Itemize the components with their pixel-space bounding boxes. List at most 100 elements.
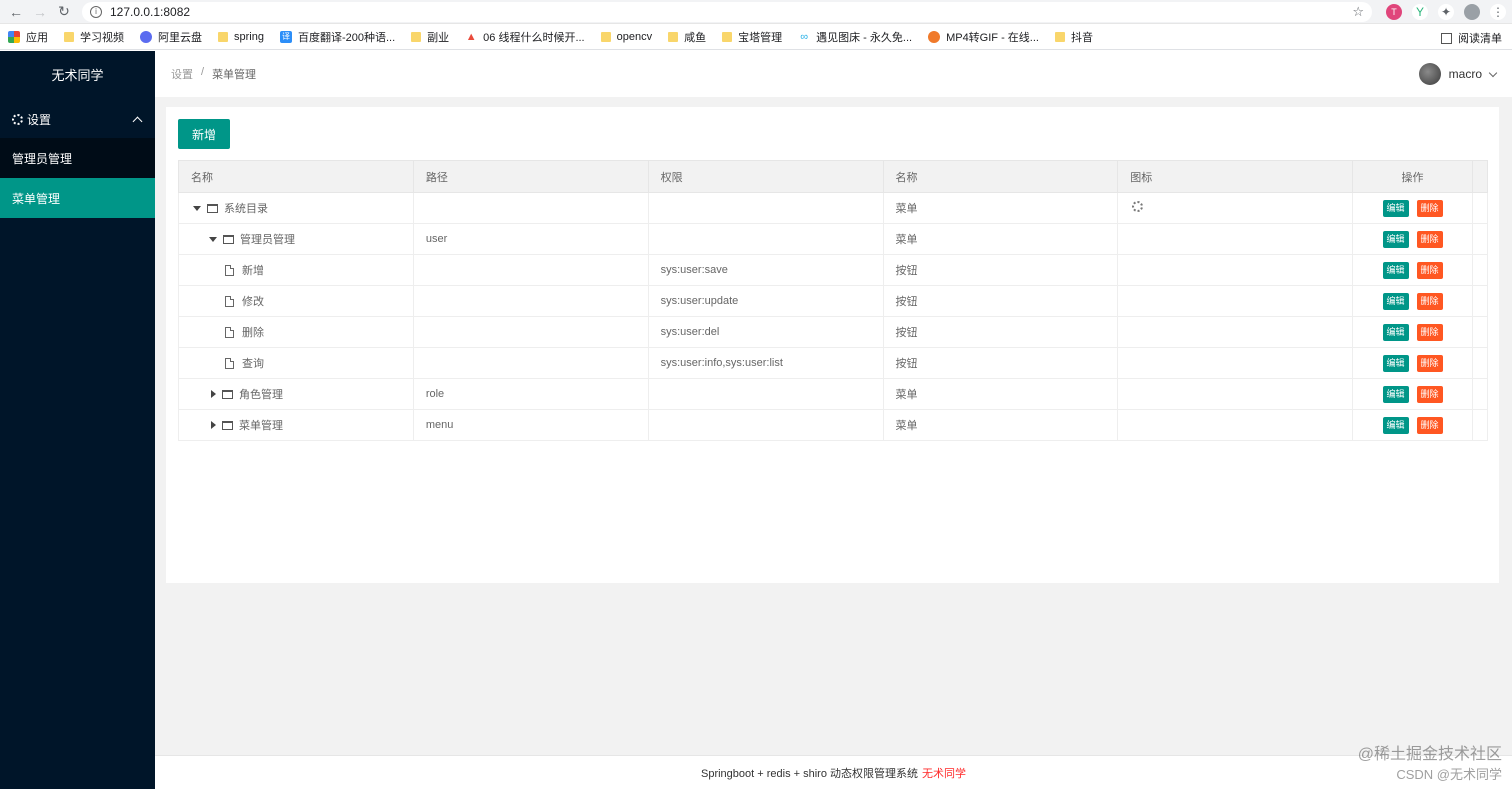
row-type: 按钮 bbox=[882, 347, 1119, 379]
row-type: 菜单 bbox=[882, 378, 1119, 410]
folder-icon bbox=[600, 31, 611, 42]
edit-button[interactable]: 编辑 bbox=[1382, 323, 1409, 341]
edit-button[interactable]: 编辑 bbox=[1382, 354, 1409, 372]
user-menu[interactable]: macro bbox=[1418, 63, 1498, 85]
row-name: 新增 bbox=[242, 265, 264, 277]
main-content: 设置 / 菜单管理 macro 新增 名称 路径 权限 名称 图标 操作 系统目… bbox=[155, 51, 1512, 789]
bookmarks-bar: 应用 学习视频 阿里云盘 spring 译百度翻译-200种语... 副业 ▲ 0… bbox=[0, 24, 1512, 50]
profile-icon[interactable] bbox=[1464, 3, 1480, 20]
expand-down-icon[interactable] bbox=[209, 236, 217, 242]
reload-icon[interactable]: ↻ bbox=[54, 1, 74, 23]
file-icon bbox=[225, 357, 234, 369]
delete-button[interactable]: 删除 bbox=[1416, 261, 1443, 279]
delete-button[interactable]: 删除 bbox=[1416, 199, 1443, 217]
back-icon[interactable]: ← bbox=[6, 1, 26, 23]
bookmark-item[interactable]: 抖音 bbox=[1054, 29, 1093, 45]
row-path bbox=[412, 347, 649, 379]
edit-button[interactable]: 编辑 bbox=[1382, 416, 1409, 434]
breadcrumb: 设置 / 菜单管理 bbox=[171, 66, 256, 82]
delete-button[interactable]: 删除 bbox=[1416, 385, 1443, 403]
bookmark-item[interactable]: 译百度翻译-200种语... bbox=[279, 29, 395, 45]
row-permission bbox=[647, 192, 884, 224]
url-text: 127.0.0.1:8082 bbox=[110, 4, 191, 19]
row-permission bbox=[647, 409, 884, 441]
bookmark-item[interactable]: ▲ 06 线程什么时候开... bbox=[465, 29, 585, 45]
footer-text: Springboot + redis + shiro 动态权限管理系统 bbox=[700, 767, 919, 780]
more-icon[interactable]: ⋮ bbox=[1490, 3, 1506, 20]
edit-button[interactable]: 编辑 bbox=[1382, 261, 1409, 279]
footer-author[interactable]: 无术同学 bbox=[922, 765, 966, 781]
aliyun-icon bbox=[140, 30, 152, 43]
tree-node[interactable]: 修改 bbox=[191, 293, 413, 309]
folder-icon bbox=[1054, 31, 1065, 42]
row-permission bbox=[647, 378, 884, 410]
bookmark-apps[interactable]: 应用 bbox=[8, 29, 48, 45]
bookmark-item[interactable]: 阿里云盘 bbox=[140, 29, 202, 45]
folder-icon bbox=[218, 31, 228, 42]
delete-button[interactable]: 删除 bbox=[1416, 323, 1443, 341]
tree-node[interactable]: 角色管理 bbox=[191, 386, 413, 402]
tree-node[interactable]: 查询 bbox=[191, 355, 413, 371]
file-icon bbox=[225, 264, 234, 276]
bookmark-star-icon[interactable]: ☆ bbox=[1352, 4, 1364, 20]
row-name: 管理员管理 bbox=[240, 234, 295, 246]
edit-button[interactable]: 编辑 bbox=[1382, 230, 1409, 248]
tree-node[interactable]: 删除 bbox=[191, 324, 413, 340]
window-icon bbox=[207, 203, 218, 213]
reading-list-icon bbox=[1441, 32, 1452, 44]
reading-list[interactable]: 阅读清单 bbox=[1441, 30, 1502, 46]
expand-right-icon[interactable] bbox=[211, 390, 216, 398]
tree-node[interactable]: 系统目录 bbox=[191, 200, 413, 216]
row-type: 菜单 bbox=[882, 223, 1119, 255]
bookmark-item[interactable]: 咸鱼 bbox=[668, 29, 706, 45]
expand-right-icon[interactable] bbox=[211, 421, 216, 429]
row-type: 菜单 bbox=[882, 192, 1119, 224]
vue-devtools-icon[interactable]: Y bbox=[1412, 3, 1428, 20]
edit-button[interactable]: 编辑 bbox=[1382, 199, 1409, 217]
edit-button[interactable]: 编辑 bbox=[1382, 385, 1409, 403]
row-path: role bbox=[412, 378, 649, 410]
expand-down-icon[interactable] bbox=[193, 205, 201, 211]
gear-icon bbox=[12, 113, 23, 125]
puzzle-icon[interactable]: ✦ bbox=[1438, 3, 1454, 20]
file-icon bbox=[225, 326, 234, 338]
add-button[interactable]: 新增 bbox=[178, 119, 230, 149]
row-path: menu bbox=[412, 409, 649, 441]
row-path bbox=[412, 254, 649, 286]
bookmark-item[interactable]: opencv bbox=[600, 31, 652, 43]
tree-node[interactable]: 新增 bbox=[191, 262, 413, 278]
sidebar-item-admin[interactable]: 管理员管理 bbox=[0, 138, 155, 178]
delete-button[interactable]: 删除 bbox=[1416, 292, 1443, 310]
sidebar: 无术同学 设置 管理员管理 菜单管理 bbox=[0, 51, 155, 789]
bookmark-item[interactable]: MP4转GIF - 在线... bbox=[928, 29, 1039, 45]
browser-toolbar: ← → ↻ i 127.0.0.1:8082 ☆ T Y ✦ ⋮ bbox=[0, 0, 1512, 24]
row-name: 角色管理 bbox=[239, 389, 283, 401]
bookmark-item[interactable]: 副业 bbox=[411, 29, 449, 45]
tree-node[interactable]: 菜单管理 bbox=[191, 417, 413, 433]
row-permission: sys:user:info,sys:user:list bbox=[647, 347, 884, 379]
bookmark-item[interactable]: spring bbox=[218, 31, 264, 43]
row-path bbox=[412, 316, 649, 348]
delete-button[interactable]: 删除 bbox=[1416, 354, 1443, 372]
address-bar[interactable]: i 127.0.0.1:8082 ☆ bbox=[82, 1, 1372, 22]
sidebar-group-settings[interactable]: 设置 bbox=[0, 100, 155, 138]
bookmark-item[interactable]: 学习视频 bbox=[64, 29, 124, 45]
bookmark-item[interactable]: 宝塔管理 bbox=[722, 29, 782, 45]
tree-node[interactable]: 管理员管理 bbox=[191, 231, 413, 247]
forward-icon[interactable]: → bbox=[30, 1, 50, 23]
footer: Springboot + redis + shiro 动态权限管理系统 无术同学 bbox=[155, 755, 1512, 789]
column-header-spacer bbox=[1471, 160, 1489, 193]
delete-button[interactable]: 删除 bbox=[1416, 416, 1443, 434]
breadcrumb-settings[interactable]: 设置 bbox=[171, 66, 193, 82]
file-icon bbox=[225, 295, 234, 307]
edit-button[interactable]: 编辑 bbox=[1382, 292, 1409, 310]
info-icon[interactable]: i bbox=[90, 5, 102, 18]
delete-button[interactable]: 删除 bbox=[1416, 230, 1443, 248]
column-header-type: 名称 bbox=[882, 160, 1119, 193]
row-path bbox=[412, 285, 649, 317]
row-path: user bbox=[412, 223, 649, 255]
extension-icon[interactable]: T bbox=[1386, 3, 1402, 20]
sidebar-item-menu[interactable]: 菜单管理 bbox=[0, 178, 155, 218]
bookmark-item[interactable]: ∞ 遇见图床 - 永久免... bbox=[798, 29, 912, 45]
column-header-permission: 权限 bbox=[647, 160, 884, 193]
